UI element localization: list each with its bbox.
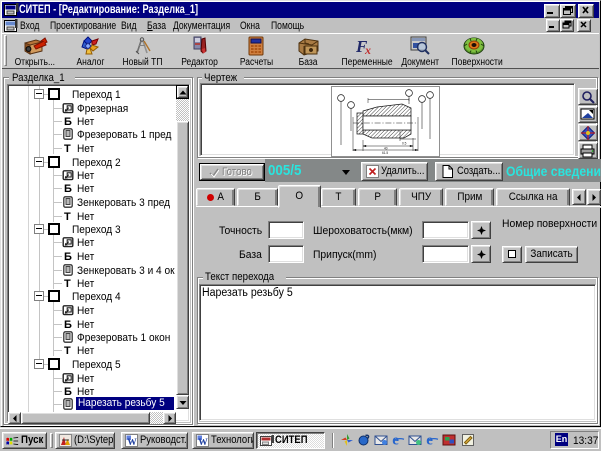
svg-text:W: W [198,438,208,447]
svg-text:x: x [364,43,371,57]
svg-text:W: W [127,438,137,447]
svg-text:61.5: 61.5 [382,151,388,155]
svg-text:0.5: 0.5 [402,142,407,146]
